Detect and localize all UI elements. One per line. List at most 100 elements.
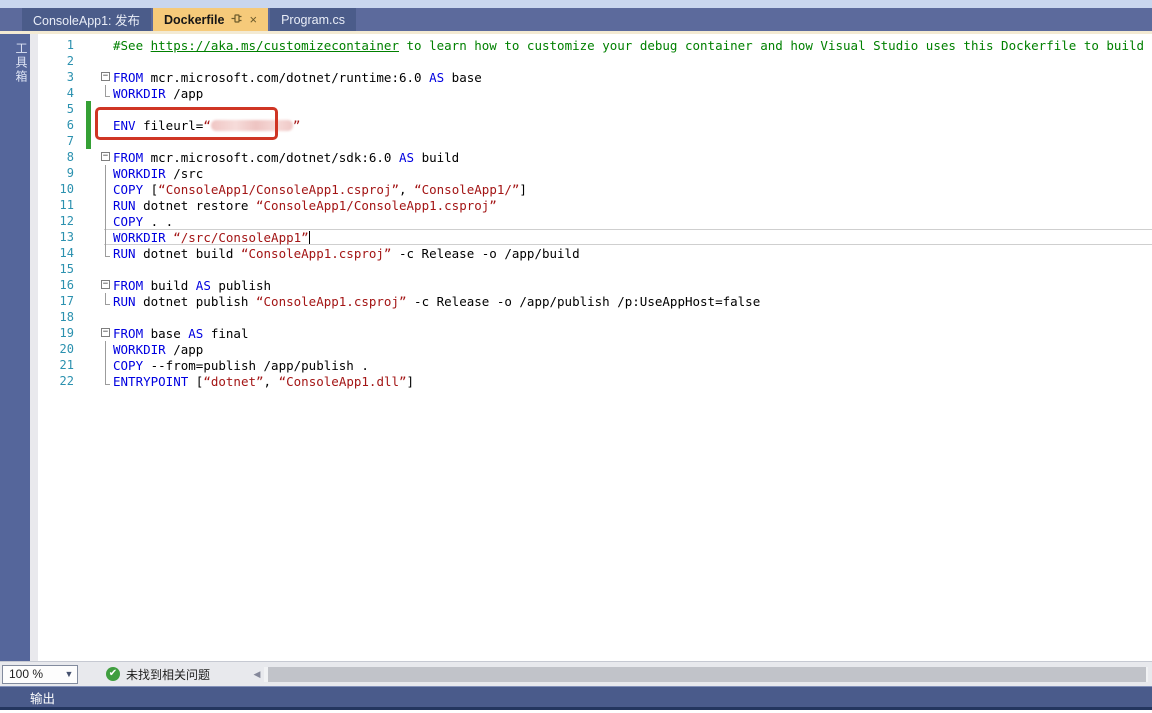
- code-line[interactable]: 14RUN dotnet build “ConsoleApp1.csproj” …: [30, 245, 1152, 261]
- collapse-region: −: [99, 69, 113, 85]
- code-line[interactable]: 11RUN dotnet restore “ConsoleApp1/Consol…: [30, 197, 1152, 213]
- keyword-token: WORKDIR: [113, 230, 166, 245]
- fold-margin: [99, 37, 113, 53]
- outline-guide: [99, 341, 113, 357]
- comment-token: to learn how to customize your debug con…: [399, 38, 1152, 53]
- code-text: WORKDIR /app: [113, 342, 203, 357]
- outline-bar: [105, 357, 106, 373]
- code-line[interactable]: 8−FROM mcr.microsoft.com/dotnet/sdk:6.0 …: [30, 149, 1152, 165]
- code-line[interactable]: 6ENV fileurl=“”: [30, 117, 1152, 133]
- code-text: COPY . .: [113, 214, 173, 229]
- code-line[interactable]: 12 COPY . .: [30, 213, 1152, 229]
- outline-guide-end: [99, 245, 113, 261]
- line-number: 3: [38, 70, 74, 84]
- change-bar-slot: [86, 245, 91, 261]
- tab-dockerfile[interactable]: Dockerfile ×: [153, 8, 268, 31]
- outline-guide: [99, 165, 113, 181]
- code-editor[interactable]: 1#See https://aka.ms/customizecontainer …: [30, 34, 1152, 661]
- code-line[interactable]: 16−FROM build AS publish: [30, 277, 1152, 293]
- toolbox-vertical-tab[interactable]: 工具箱: [0, 34, 30, 84]
- plain-token: ,: [264, 374, 279, 389]
- line-number: 12: [38, 214, 74, 228]
- keyword-token: WORKDIR: [113, 166, 166, 181]
- keyword-token: RUN: [113, 198, 136, 213]
- plain-token: publish: [211, 278, 271, 293]
- keyword-token: AS: [429, 70, 444, 85]
- code-text: WORKDIR “/src/ConsoleApp1”: [113, 230, 310, 245]
- tab-program-cs[interactable]: Program.cs: [270, 8, 356, 31]
- left-tool-rail: 工具箱: [0, 34, 30, 661]
- code-line[interactable]: 22 ENTRYPOINT [“dotnet”, “ConsoleApp1.dll…: [30, 373, 1152, 389]
- document-health-indicator[interactable]: ✔ 未找到相关问题: [106, 666, 210, 683]
- code-line[interactable]: 21COPY --from=publish /app/publish .: [30, 357, 1152, 373]
- plain-token: base: [444, 70, 482, 85]
- plain-token: ,: [399, 182, 414, 197]
- zoom-dropdown[interactable]: 100 % ▼: [2, 665, 78, 684]
- change-bar-slot: [86, 293, 91, 309]
- keyword-token: WORKDIR: [113, 86, 166, 101]
- code-line[interactable]: 18: [30, 309, 1152, 325]
- outline-corner: [105, 373, 110, 385]
- plain-token: dotnet publish: [136, 294, 256, 309]
- code-text: ENTRYPOINT [“dotnet”, “ConsoleApp1.dll”]: [113, 374, 414, 389]
- scroll-left-arrow-icon[interactable]: ◀: [250, 669, 264, 680]
- code-line[interactable]: 3−FROM mcr.microsoft.com/dotnet/runtime:…: [30, 69, 1152, 85]
- code-line[interactable]: 17RUN dotnet publish “ConsoleApp1.csproj…: [30, 293, 1152, 309]
- code-line[interactable]: 5: [30, 101, 1152, 117]
- plain-token: /src: [166, 166, 204, 181]
- code-line[interactable]: 20 WORKDIR /app: [30, 341, 1152, 357]
- change-tracking-bar: [86, 117, 91, 133]
- change-bar-slot: [86, 357, 91, 373]
- code-line[interactable]: 15: [30, 261, 1152, 277]
- code-line[interactable]: 2: [30, 53, 1152, 69]
- tab-consoleapp1-publish[interactable]: ConsoleApp1: 发布: [22, 8, 151, 31]
- code-line[interactable]: 7: [30, 133, 1152, 149]
- plain-token: ]: [519, 182, 527, 197]
- output-panel-tab[interactable]: 输出: [30, 688, 55, 707]
- line-number: 17: [38, 294, 74, 308]
- plain-token: mcr.microsoft.com/dotnet/runtime:6.0: [143, 70, 429, 85]
- code-line[interactable]: 9WORKDIR /src: [30, 165, 1152, 181]
- string-token: “dotnet”: [203, 374, 263, 389]
- change-bar-slot: [86, 37, 91, 53]
- pin-icon[interactable]: [231, 13, 242, 27]
- fold-margin: [99, 309, 113, 325]
- change-bar-slot: [86, 341, 91, 357]
- line-number: 15: [38, 262, 74, 276]
- fold-margin: [99, 101, 113, 117]
- change-bar-slot: [86, 53, 91, 69]
- line-number: 20: [38, 342, 74, 356]
- line-number: 18: [38, 310, 74, 324]
- fold-margin: [99, 53, 113, 69]
- collapse-minus-icon[interactable]: −: [101, 328, 110, 337]
- collapse-minus-icon[interactable]: −: [101, 152, 110, 161]
- line-number: 7: [38, 134, 74, 148]
- change-bar-slot: [86, 213, 91, 229]
- outline-bar: [105, 181, 106, 197]
- close-icon[interactable]: ×: [249, 13, 257, 26]
- output-panel: 输出: [0, 686, 1152, 710]
- comment-link[interactable]: https://aka.ms/customizecontainer: [151, 38, 399, 53]
- scrollbar-track[interactable]: [264, 667, 1148, 682]
- change-bar-slot: [86, 325, 91, 341]
- code-line[interactable]: 10COPY [“ConsoleApp1/ConsoleApp1.csproj”…: [30, 181, 1152, 197]
- plain-token: build: [143, 278, 196, 293]
- code-line[interactable]: 19−FROM base AS final: [30, 325, 1152, 341]
- fold-margin: [99, 117, 113, 133]
- code-line[interactable]: 13WORKDIR “/src/ConsoleApp1”: [30, 229, 1152, 245]
- plain-token: -c Release -o /app/publish /p:UseAppHost…: [407, 294, 761, 309]
- string-token: “ConsoleApp1.dll”: [279, 374, 407, 389]
- outline-bar: [105, 165, 106, 181]
- outline-guide: [99, 229, 113, 245]
- scrollbar-thumb[interactable]: [268, 667, 1146, 682]
- collapse-minus-icon[interactable]: −: [101, 72, 110, 81]
- line-number: 22: [38, 374, 74, 388]
- code-text: COPY --from=publish /app/publish .: [113, 358, 369, 373]
- comment-token: #See: [113, 38, 151, 53]
- change-bar-slot: [86, 69, 91, 85]
- collapse-minus-icon[interactable]: −: [101, 280, 110, 289]
- tab-label: Dockerfile: [164, 13, 224, 27]
- code-line[interactable]: 4WORKDIR /app: [30, 85, 1152, 101]
- horizontal-scrollbar[interactable]: ◀: [250, 666, 1152, 683]
- code-line[interactable]: 1#See https://aka.ms/customizecontainer …: [30, 37, 1152, 53]
